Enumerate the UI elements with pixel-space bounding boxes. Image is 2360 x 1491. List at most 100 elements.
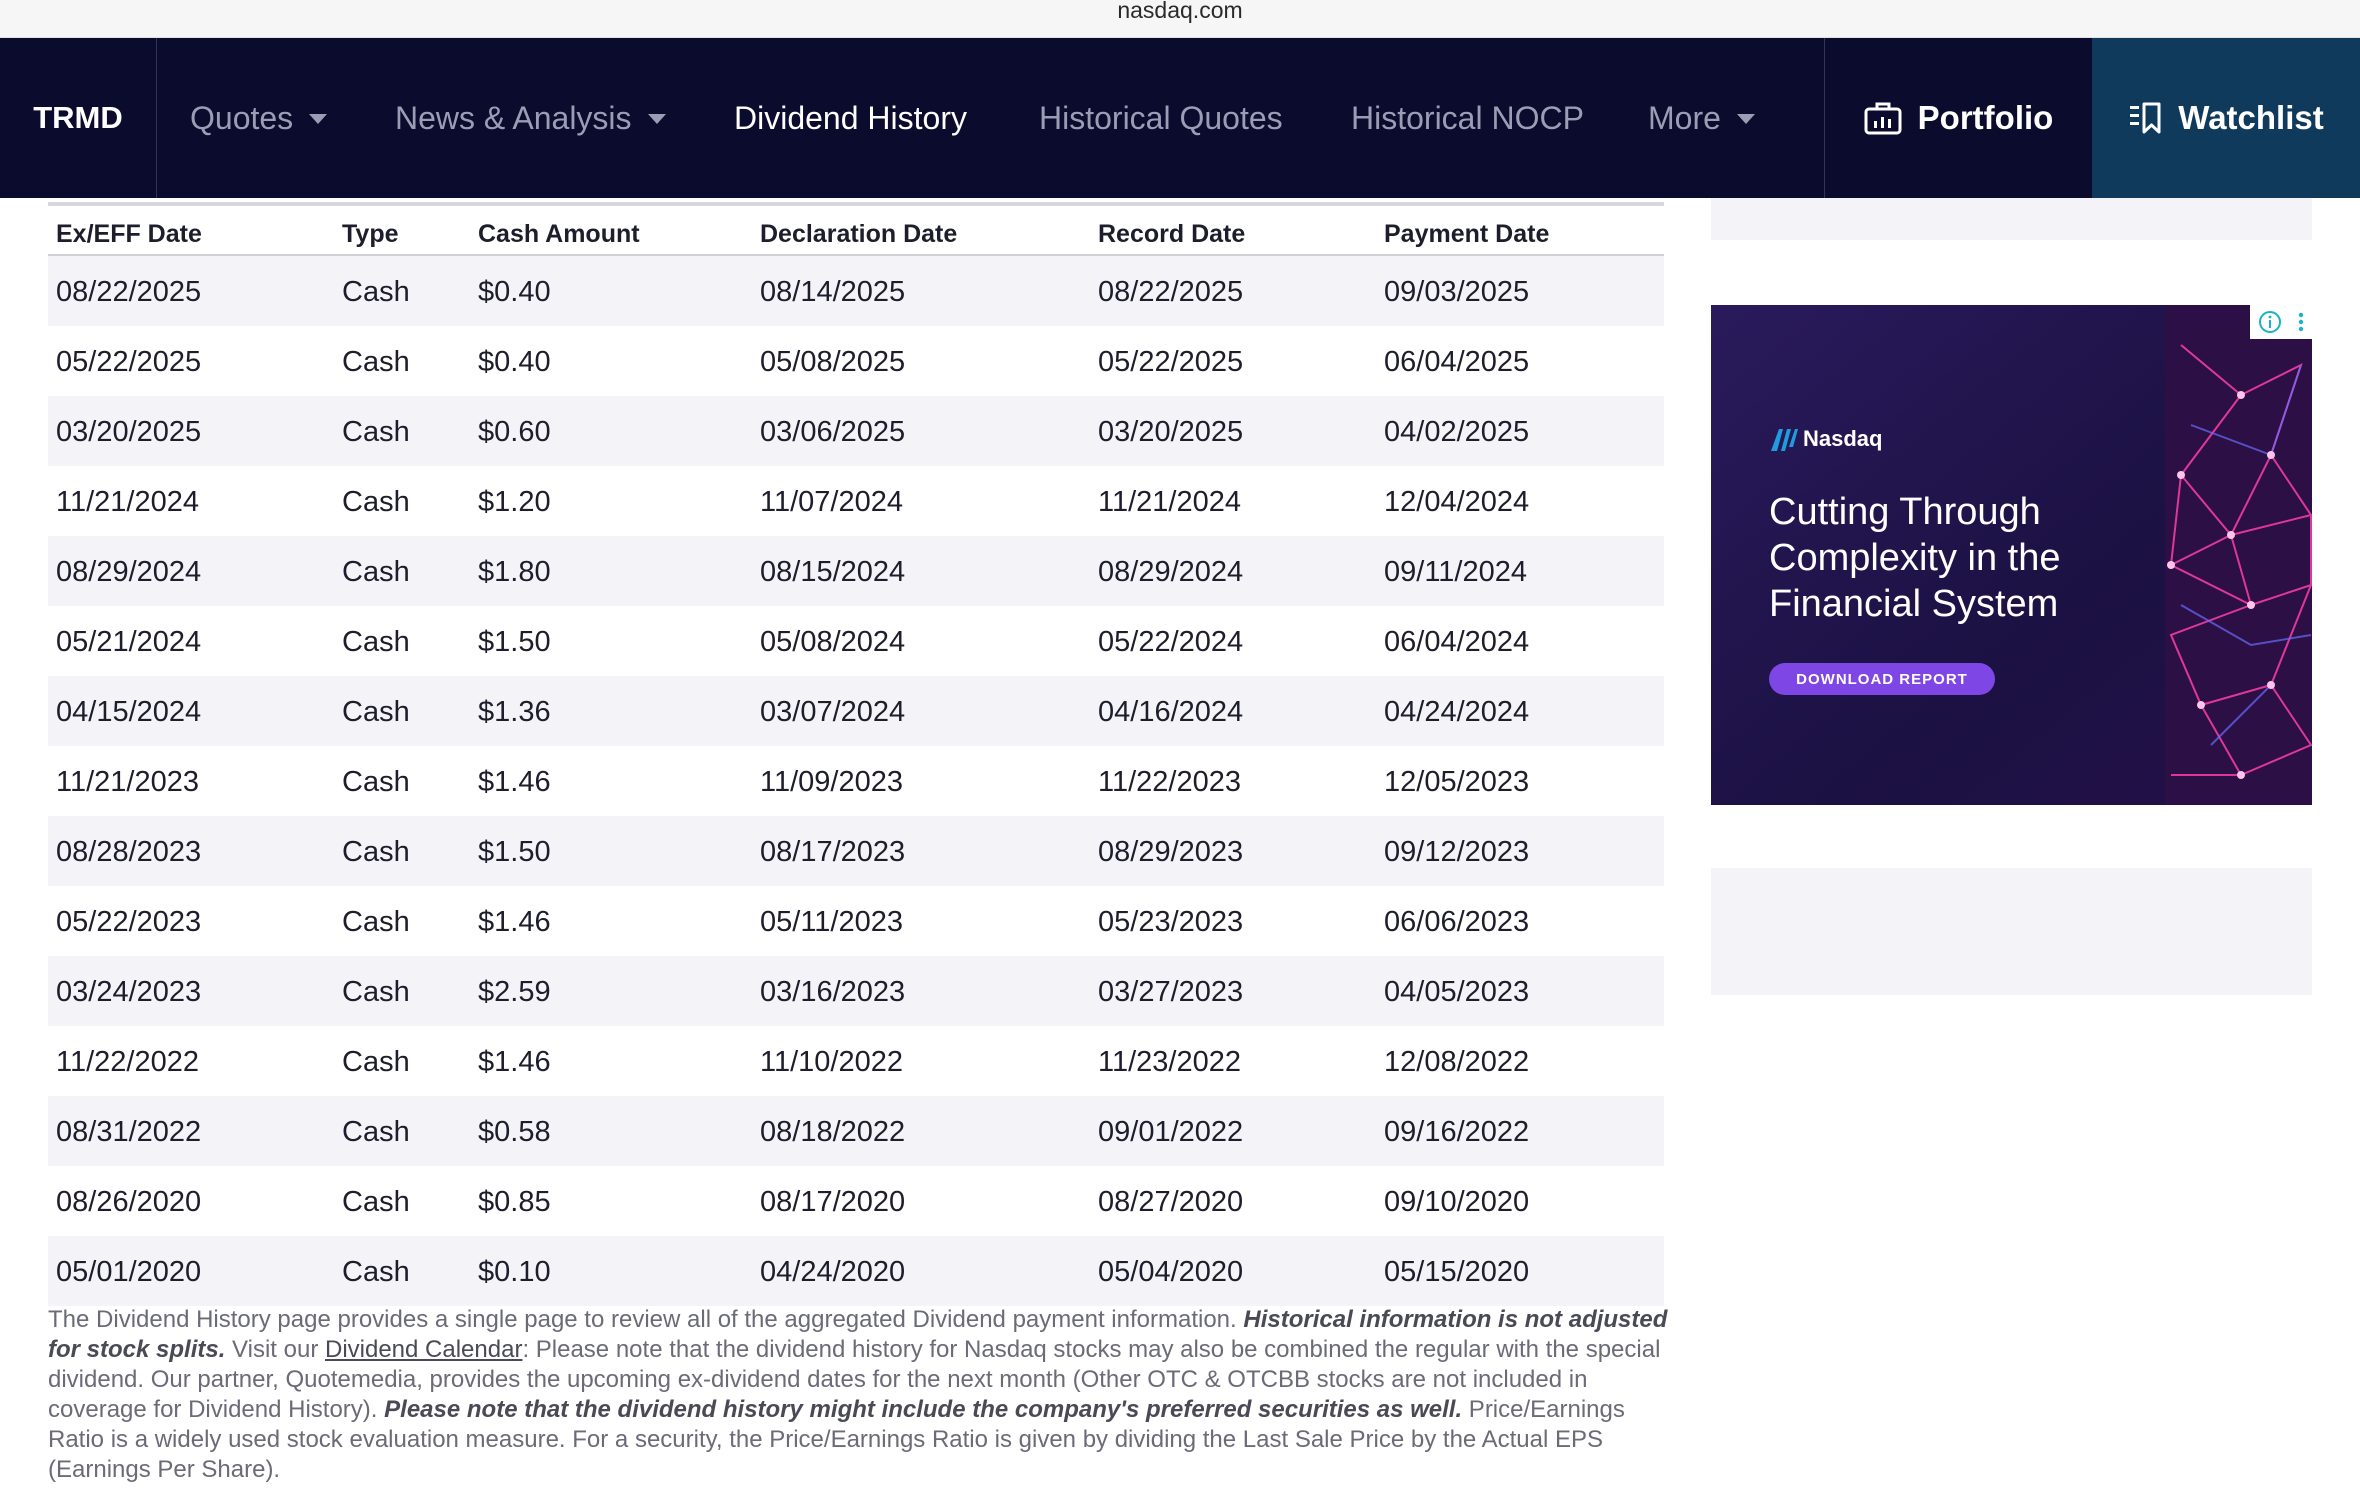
watchlist-button[interactable]: Watchlist <box>2092 38 2360 198</box>
footnote-text-1: The Dividend History page provides a sin… <box>48 1306 1244 1333</box>
cell-declaration-date: 11/10/2022 <box>760 1046 903 1078</box>
cell-type: Cash <box>342 766 410 798</box>
cell-declaration-date: 11/07/2024 <box>760 486 903 518</box>
cell-payment-date: 09/11/2024 <box>1384 556 1527 588</box>
nav-more[interactable]: More <box>1648 38 1755 198</box>
nav-quotes[interactable]: Quotes <box>190 38 328 198</box>
cell-record-date: 05/22/2025 <box>1098 346 1244 378</box>
cell-cash-amount: $1.46 <box>478 1046 551 1078</box>
cell-record-date: 08/29/2024 <box>1098 556 1244 588</box>
cell-declaration-date: 08/17/2023 <box>760 836 906 868</box>
table-row: 08/26/2020 Cash $0.85 08/17/2020 08/27/2020 0… <box>48 1166 1664 1236</box>
url-text: nasdaq.com <box>1117 0 1243 23</box>
quote-nav-bar: TRMD Quotes News & Analysis Dividend His… <box>0 38 2360 198</box>
cell-declaration-date: 05/11/2023 <box>760 906 903 938</box>
cell-payment-date: 12/08/2022 <box>1384 1046 1530 1078</box>
cell-payment-date: 06/04/2025 <box>1384 346 1530 378</box>
cell-type: Cash <box>342 276 410 308</box>
nav-dividend-history[interactable]: Dividend History <box>734 38 967 198</box>
cell-payment-date: 05/15/2020 <box>1384 1256 1530 1288</box>
table-row: 03/24/2023 Cash $2.59 03/16/2023 03/27/2023 0… <box>48 956 1664 1026</box>
cell-ex-eff-date: 11/21/2023 <box>56 766 199 798</box>
cell-payment-date: 06/04/2024 <box>1384 626 1530 658</box>
cell-payment-date: 12/05/2023 <box>1384 766 1530 798</box>
table-row: 08/22/2025 Cash $0.40 08/14/2025 08/22/2025 0… <box>48 256 1664 326</box>
header-type[interactable]: Type <box>342 220 399 249</box>
cell-type: Cash <box>342 626 410 658</box>
cell-cash-amount: $0.40 <box>478 276 551 308</box>
cell-ex-eff-date: 11/22/2022 <box>56 1046 199 1078</box>
cell-record-date: 08/27/2020 <box>1098 1186 1244 1218</box>
cell-ex-eff-date: 03/24/2023 <box>56 976 202 1008</box>
table-row: 05/01/2020 Cash $0.10 04/24/2020 05/04/2020 0… <box>48 1236 1664 1306</box>
ad-headline: Cutting Through Complexity in the Financ… <box>1769 489 2169 627</box>
cell-ex-eff-date: 05/21/2024 <box>56 626 202 658</box>
cell-type: Cash <box>342 836 410 868</box>
cell-declaration-date: 08/18/2022 <box>760 1116 906 1148</box>
cell-declaration-date: 03/16/2023 <box>760 976 906 1008</box>
cell-ex-eff-date: 03/20/2025 <box>56 416 202 448</box>
cell-record-date: 05/04/2020 <box>1098 1256 1244 1288</box>
cell-declaration-date: 03/07/2024 <box>760 696 906 728</box>
cell-record-date: 11/21/2024 <box>1098 486 1241 518</box>
table-row: 11/21/2024 Cash $1.20 11/07/2024 11/21/2024 1… <box>48 466 1664 536</box>
cell-type: Cash <box>342 696 410 728</box>
advertisement-banner[interactable]: Nasdaq Cutting Through Complexity in the… <box>1711 305 2312 805</box>
header-record-date[interactable]: Record Date <box>1098 220 1245 249</box>
nav-quotes-label: Quotes <box>190 99 294 136</box>
nav-news-analysis[interactable]: News & Analysis <box>395 38 666 198</box>
nav-historical-nocp[interactable]: Historical NOCP <box>1351 38 1584 198</box>
cell-type: Cash <box>342 906 410 938</box>
header-ex-eff-date[interactable]: Ex/EFF Date <box>56 220 202 249</box>
cell-cash-amount: $1.50 <box>478 836 551 868</box>
cell-cash-amount: $0.85 <box>478 1186 551 1218</box>
nav-news-label: News & Analysis <box>395 99 632 136</box>
cell-record-date: 03/20/2025 <box>1098 416 1244 448</box>
cell-record-date: 11/22/2023 <box>1098 766 1241 798</box>
cell-payment-date: 06/06/2023 <box>1384 906 1530 938</box>
cell-cash-amount: $0.10 <box>478 1256 551 1288</box>
table-row: 08/28/2023 Cash $1.50 08/17/2023 08/29/2023 0… <box>48 816 1664 886</box>
cell-record-date: 03/27/2023 <box>1098 976 1244 1008</box>
cell-declaration-date: 08/14/2025 <box>760 276 906 308</box>
cell-type: Cash <box>342 1046 410 1078</box>
table-row: 05/22/2023 Cash $1.46 05/11/2023 05/23/2023 0… <box>48 886 1664 956</box>
table-row: 11/22/2022 Cash $1.46 11/10/2022 11/23/2022 1… <box>48 1026 1664 1096</box>
cell-cash-amount: $1.80 <box>478 556 551 588</box>
cell-cash-amount: $0.40 <box>478 346 551 378</box>
symbol-label[interactable]: TRMD <box>0 38 157 198</box>
ad-headline-line-3: Financial System <box>1769 583 2059 625</box>
cell-ex-eff-date: 08/29/2024 <box>56 556 202 588</box>
dividend-calendar-link[interactable]: Dividend Calendar <box>325 1336 522 1363</box>
info-icon <box>2258 311 2281 333</box>
sidebar-placeholder-bottom <box>1711 868 2312 995</box>
footnote-bold-2: Please note that the dividend history mi… <box>384 1396 1463 1423</box>
header-declaration-date[interactable]: Declaration Date <box>760 220 957 249</box>
nasdaq-logo-icon <box>1771 429 1798 451</box>
cell-ex-eff-date: 05/22/2023 <box>56 906 202 938</box>
nav-historical-quotes-label: Historical Quotes <box>1039 99 1283 136</box>
cell-cash-amount: $1.50 <box>478 626 551 658</box>
watchlist-label: Watchlist <box>2178 99 2324 136</box>
ad-brand: Nasdaq <box>1769 425 1882 453</box>
cell-ex-eff-date: 11/21/2024 <box>56 486 199 518</box>
cell-record-date: 05/22/2024 <box>1098 626 1244 658</box>
browser-url-bar[interactable]: nasdaq.com <box>0 0 2360 38</box>
cell-cash-amount: $0.60 <box>478 416 551 448</box>
header-payment-date[interactable]: Payment Date <box>1384 220 1549 249</box>
download-report-button[interactable]: DOWNLOAD REPORT <box>1769 663 1995 695</box>
cell-payment-date: 12/04/2024 <box>1384 486 1530 518</box>
table-body: 08/22/2025 Cash $0.40 08/14/2025 08/22/2025 0… <box>48 256 1664 1306</box>
dividend-history-table: Ex/EFF Date Type Cash Amount Declaration… <box>48 202 1664 1306</box>
cell-type: Cash <box>342 416 410 448</box>
portfolio-label: Portfolio <box>1917 99 2054 136</box>
cell-payment-date: 09/10/2020 <box>1384 1186 1530 1218</box>
ad-brand-name: Nasdaq <box>1803 426 1883 451</box>
watchlist-icon <box>2130 102 2161 134</box>
ad-choices[interactable] <box>2250 305 2312 339</box>
nav-historical-quotes[interactable]: Historical Quotes <box>1039 38 1283 198</box>
header-cash-amount[interactable]: Cash Amount <box>478 220 640 249</box>
cell-type: Cash <box>342 1256 410 1288</box>
more-options-icon <box>2298 312 2303 332</box>
portfolio-button[interactable]: Portfolio <box>1825 38 2092 198</box>
